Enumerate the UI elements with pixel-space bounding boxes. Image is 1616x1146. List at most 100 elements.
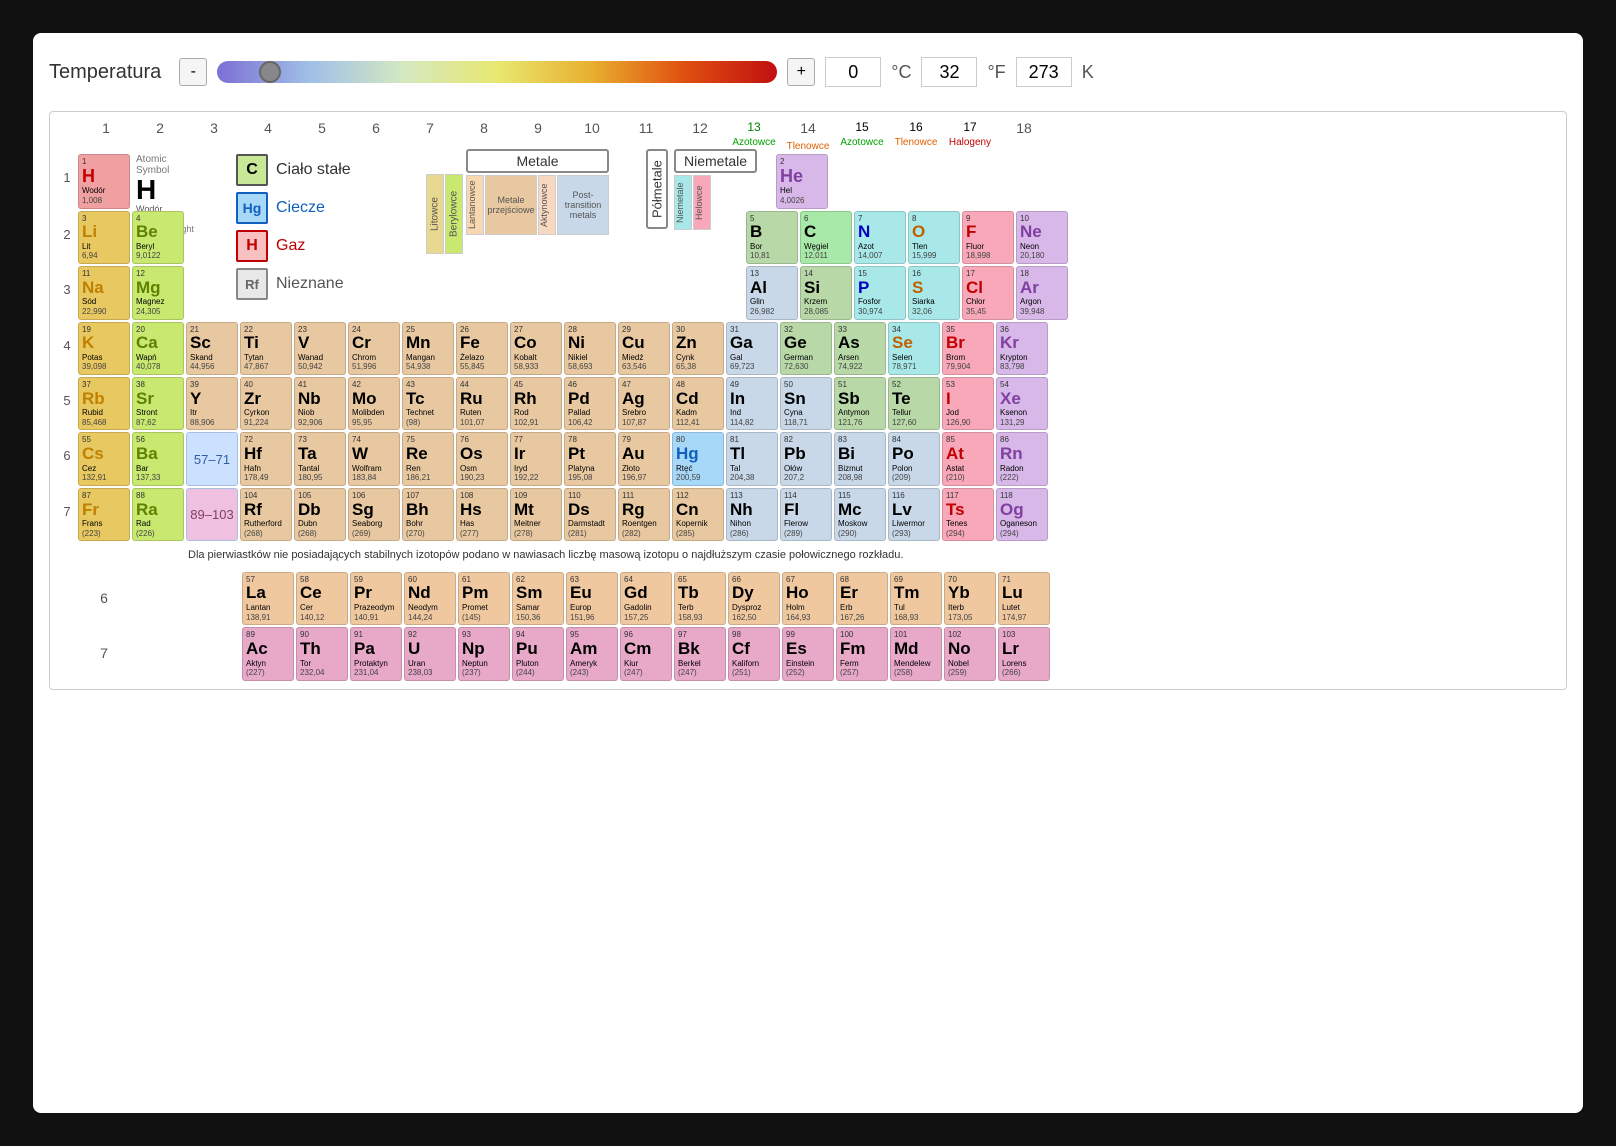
element-Ge[interactable]: 32GeGerman72,630 bbox=[780, 322, 832, 375]
element-Br[interactable]: 35BrBrom79,904 bbox=[942, 322, 994, 375]
element-Y[interactable]: 39YItr88,906 bbox=[186, 377, 238, 430]
element-Sm[interactable]: 62SmSamar150,36 bbox=[512, 572, 564, 625]
element-Lr[interactable]: 103LrLorens(266) bbox=[998, 627, 1050, 680]
element-Ir[interactable]: 77IrIryd192,22 bbox=[510, 432, 562, 485]
element-Hs[interactable]: 108HsHas(277) bbox=[456, 488, 508, 541]
element-Xe[interactable]: 54XeKsenon131,29 bbox=[996, 377, 1048, 430]
element-Ca[interactable]: 20CaWapń40,078 bbox=[132, 322, 184, 375]
element-Ce[interactable]: 58CeCer140,12 bbox=[296, 572, 348, 625]
element-Mg[interactable]: 12MgMagnez24,305 bbox=[132, 266, 184, 319]
element-Mo[interactable]: 42MoMolibden95,95 bbox=[348, 377, 400, 430]
element-Nd[interactable]: 60NdNeodym144,24 bbox=[404, 572, 456, 625]
element-Pd[interactable]: 46PdPallad106,42 bbox=[564, 377, 616, 430]
element-Ds[interactable]: 110DsDarmstadt(281) bbox=[564, 488, 616, 541]
element-Mn[interactable]: 25MnMangan54,938 bbox=[402, 322, 454, 375]
element-Cd[interactable]: 48CdKadm112,41 bbox=[672, 377, 724, 430]
element-Es[interactable]: 99EsEinstein(252) bbox=[782, 627, 834, 680]
element-Yb[interactable]: 70YbIterb173,05 bbox=[944, 572, 996, 625]
element-Ni[interactable]: 28NiNikiel58,693 bbox=[564, 322, 616, 375]
element-Ag[interactable]: 47AgSrebro107,87 bbox=[618, 377, 670, 430]
element-No[interactable]: 102NoNobel(259) bbox=[944, 627, 996, 680]
element-Pt[interactable]: 78PtPlatyna195,08 bbox=[564, 432, 616, 485]
element-Pb[interactable]: 82PbOłów207,2 bbox=[780, 432, 832, 485]
element-Lv[interactable]: 116LvLiwermor(293) bbox=[888, 488, 940, 541]
temp-increase-button[interactable]: + bbox=[787, 58, 815, 86]
temp-celsius-input[interactable]: 0 bbox=[825, 57, 881, 87]
element-Rb[interactable]: 37RbRubid85,468 bbox=[78, 377, 130, 430]
element-Tb[interactable]: 65TbTerb158,93 bbox=[674, 572, 726, 625]
element-Am[interactable]: 95AmAmeryk(243) bbox=[566, 627, 618, 680]
element-Pm[interactable]: 61PmPromet(145) bbox=[458, 572, 510, 625]
temp-slider[interactable] bbox=[217, 61, 777, 83]
element-Re[interactable]: 75ReRen186,21 bbox=[402, 432, 454, 485]
element-Er[interactable]: 68ErErb167,26 bbox=[836, 572, 888, 625]
element-Sb[interactable]: 51SbAntymon121,76 bbox=[834, 377, 886, 430]
element-Fl[interactable]: 114FlFlerow(289) bbox=[780, 488, 832, 541]
element-Cu[interactable]: 29CuMiedź63,546 bbox=[618, 322, 670, 375]
element-Tm[interactable]: 69TmTul168,93 bbox=[890, 572, 942, 625]
element-Au[interactable]: 79AuZłoto196,97 bbox=[618, 432, 670, 485]
element-Pr[interactable]: 59PrPrazeodym140,91 bbox=[350, 572, 402, 625]
element-S[interactable]: 16SSiarka32,06 bbox=[908, 266, 960, 319]
element-Cs[interactable]: 55CsCez132,91 bbox=[78, 432, 130, 485]
element-Ac[interactable]: 89AcAktyn(227) bbox=[242, 627, 294, 680]
element-I[interactable]: 53IJod126,90 bbox=[942, 377, 994, 430]
element-Rh[interactable]: 45RhRod102,91 bbox=[510, 377, 562, 430]
element-Cr[interactable]: 24CrChrom51,996 bbox=[348, 322, 400, 375]
element-Np[interactable]: 93NpNeptun(237) bbox=[458, 627, 510, 680]
element-He[interactable]: 2 He Hel 4,0026 bbox=[776, 154, 828, 209]
element-Sg[interactable]: 106SgSeaborg(269) bbox=[348, 488, 400, 541]
element-Dy[interactable]: 66DyDysproz162,50 bbox=[728, 572, 780, 625]
element-Cf[interactable]: 98CfKaliforn(251) bbox=[728, 627, 780, 680]
element-Fe[interactable]: 26FeŻelazo55,845 bbox=[456, 322, 508, 375]
element-Cl[interactable]: 17ClChlor35,45 bbox=[962, 266, 1014, 319]
element-Al[interactable]: 13AlGlin26,982 bbox=[746, 266, 798, 319]
element-Ta[interactable]: 73TaTantal180,95 bbox=[294, 432, 346, 485]
temp-slider-thumb[interactable] bbox=[259, 61, 281, 83]
element-C[interactable]: 6CWęgiel12,011 bbox=[800, 211, 852, 264]
element-Ga[interactable]: 31GaGal69,723 bbox=[726, 322, 778, 375]
element-B[interactable]: 5BBor10,81 bbox=[746, 211, 798, 264]
element-Ba[interactable]: 56BaBar137,33 bbox=[132, 432, 184, 485]
element-Fm[interactable]: 100FmFerm(257) bbox=[836, 627, 888, 680]
element-Bi[interactable]: 83BiBizmut208,98 bbox=[834, 432, 886, 485]
element-In[interactable]: 49InInd114,82 bbox=[726, 377, 778, 430]
element-Se[interactable]: 34SeSelen78,971 bbox=[888, 322, 940, 375]
element-O[interactable]: 8OTlen15,999 bbox=[908, 211, 960, 264]
element-Be[interactable]: 4BeBeryl9,0122 bbox=[132, 211, 184, 264]
element-As[interactable]: 33AsArsen74,922 bbox=[834, 322, 886, 375]
temp-fahrenheit-input[interactable]: 32 bbox=[921, 57, 977, 87]
element-Md[interactable]: 101MdMendelew(258) bbox=[890, 627, 942, 680]
element-Hf[interactable]: 72HfHafn178,49 bbox=[240, 432, 292, 485]
element-N[interactable]: 7NAzot14,007 bbox=[854, 211, 906, 264]
element-Bk[interactable]: 97BkBerkel(247) bbox=[674, 627, 726, 680]
element-Kr[interactable]: 36KrKrypton83,798 bbox=[996, 322, 1048, 375]
element-F[interactable]: 9FFluor18,998 bbox=[962, 211, 1014, 264]
element-Pa[interactable]: 91PaProtaktyn231,04 bbox=[350, 627, 402, 680]
element-Lu[interactable]: 71LuLutet174,97 bbox=[998, 572, 1050, 625]
element-At[interactable]: 85AtAstat(210) bbox=[942, 432, 994, 485]
element-Sn[interactable]: 50SnCyna118,71 bbox=[780, 377, 832, 430]
element-Ts[interactable]: 117TsTenes(294) bbox=[942, 488, 994, 541]
element-Cn[interactable]: 112CnKopernik(285) bbox=[672, 488, 724, 541]
element-Na[interactable]: 11NaSód22,990 bbox=[78, 266, 130, 319]
element-Co[interactable]: 27CoKobalt58,933 bbox=[510, 322, 562, 375]
element-Hg[interactable]: 80HgRtęć200,59 bbox=[672, 432, 724, 485]
element-Nh[interactable]: 113NhNihon(286) bbox=[726, 488, 778, 541]
actinide-ref-cell[interactable]: 89–103 bbox=[186, 488, 238, 541]
element-Tl[interactable]: 81TlTal204,38 bbox=[726, 432, 778, 485]
element-W[interactable]: 74WWolfram183,84 bbox=[348, 432, 400, 485]
element-Os[interactable]: 76OsOsm190,23 bbox=[456, 432, 508, 485]
element-H[interactable]: 1 H Wodór 1,008 bbox=[78, 154, 130, 209]
element-Zn[interactable]: 30ZnCynk65,38 bbox=[672, 322, 724, 375]
element-V[interactable]: 23VWanad50,942 bbox=[294, 322, 346, 375]
element-Og[interactable]: 118OgOganeson(294) bbox=[996, 488, 1048, 541]
lanthanide-ref-cell[interactable]: 57–71 bbox=[186, 432, 238, 485]
element-K[interactable]: 19KPotas39,098 bbox=[78, 322, 130, 375]
element-Rf[interactable]: 104RfRutherford(268) bbox=[240, 488, 292, 541]
element-La[interactable]: 57LaLantan138,91 bbox=[242, 572, 294, 625]
element-Db[interactable]: 105DbDubn(268) bbox=[294, 488, 346, 541]
element-Ar[interactable]: 18ArArgon39,948 bbox=[1016, 266, 1068, 319]
element-Mt[interactable]: 109MtMeitner(278) bbox=[510, 488, 562, 541]
element-Sr[interactable]: 38SrStront87,62 bbox=[132, 377, 184, 430]
